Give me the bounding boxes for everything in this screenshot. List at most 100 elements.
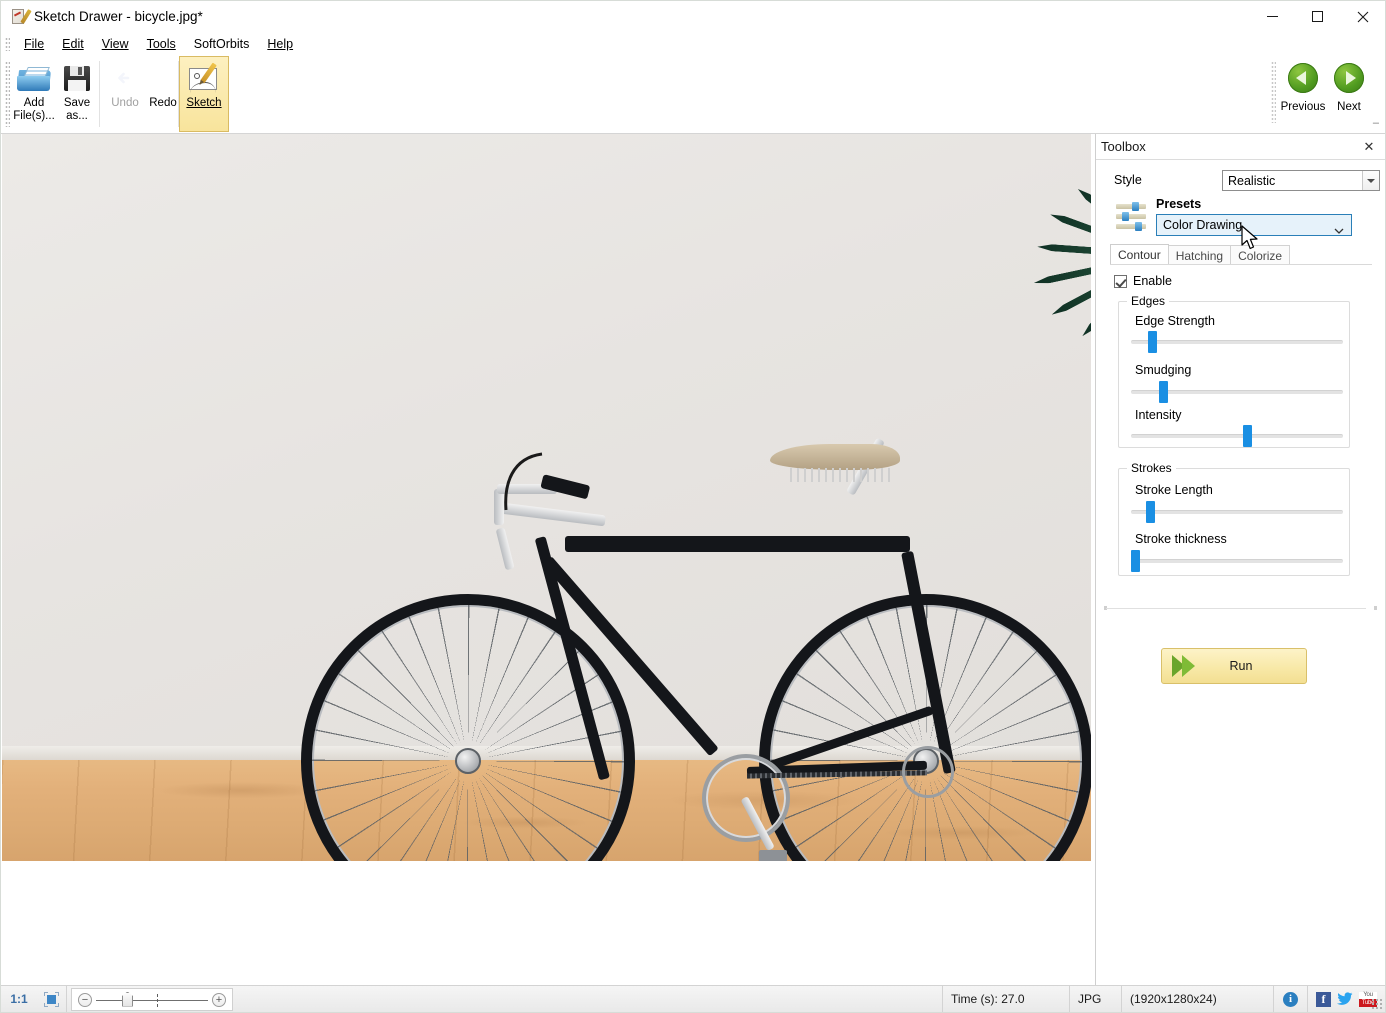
status-bar: 1:1 − + Time (s): 27.0 JPG (1920x1280x24… — [1, 985, 1385, 1012]
toolbox-divider — [1106, 608, 1366, 609]
zoom-in-button[interactable]: + — [212, 992, 226, 1007]
stroke-length-label: Stroke Length — [1135, 483, 1213, 497]
info-icon: i — [1283, 991, 1298, 1007]
menu-help[interactable]: Help — [258, 35, 302, 53]
stroke-length-slider[interactable] — [1131, 501, 1343, 523]
slider-thumb[interactable] — [1158, 381, 1168, 403]
zoom-out-button[interactable]: − — [78, 992, 92, 1007]
next-label: Next — [1337, 101, 1361, 113]
close-button[interactable] — [1340, 1, 1385, 32]
style-dropdown[interactable]: Realistic — [1222, 170, 1380, 191]
enable-label: Enable — [1133, 274, 1172, 288]
presets-label: Presets — [1156, 197, 1202, 211]
add-files-label-line1: Add — [23, 97, 45, 109]
smudging-slider[interactable] — [1131, 381, 1343, 403]
fit-to-window-icon — [44, 991, 59, 1007]
toolbox-header: Toolbox ✕ — [1096, 134, 1385, 160]
tab-hatching[interactable]: Hatching — [1167, 245, 1232, 265]
style-label: Style — [1114, 173, 1142, 187]
previous-button[interactable]: Previous — [1279, 63, 1327, 131]
menu-softorbits[interactable]: SoftOrbits — [185, 35, 259, 53]
intensity-label: Intensity — [1135, 408, 1182, 422]
resize-grip[interactable] — [1371, 998, 1383, 1010]
maximize-button[interactable] — [1295, 1, 1340, 32]
sliders-settings-icon — [1116, 202, 1146, 232]
edges-group-label: Edges — [1127, 294, 1170, 308]
menu-edit[interactable]: Edit — [53, 35, 93, 53]
sketch-icon — [187, 62, 221, 94]
saddle-springs — [790, 468, 895, 482]
menu-edit-label: Edit — [62, 36, 84, 51]
application-window: Sketch Drawer - bicycle.jpg* File Edit V… — [0, 0, 1386, 1013]
toolbox-panel: Toolbox ✕ Style Realistic Presets Color … — [1095, 134, 1385, 987]
smudging-label: Smudging — [1135, 363, 1192, 377]
enable-checkbox[interactable]: Enable — [1114, 274, 1172, 288]
save-as-button[interactable]: Save as... — [53, 57, 101, 131]
bicycle-icon — [2, 134, 1091, 861]
brake-cable — [504, 452, 543, 511]
facebook-icon[interactable]: f — [1316, 991, 1331, 1007]
menu-tools-label: Tools — [146, 36, 176, 51]
pedal — [759, 850, 787, 861]
slider-thumb[interactable] — [1145, 501, 1155, 523]
menu-view[interactable]: View — [93, 35, 138, 53]
window-title: Sketch Drawer - bicycle.jpg* — [34, 9, 203, 24]
rear-cog — [902, 746, 954, 798]
slider-thumb[interactable] — [1147, 331, 1157, 353]
stroke-thickness-label: Stroke thickness — [1135, 532, 1227, 546]
mouse-cursor — [1241, 225, 1261, 253]
menu-grip-handle[interactable] — [5, 36, 10, 51]
strokes-group: Strokes Stroke Length Stroke thickness — [1118, 461, 1350, 576]
next-arrow-icon — [1334, 63, 1364, 93]
minimize-button[interactable] — [1250, 1, 1295, 32]
tab-contour[interactable]: Contour — [1110, 244, 1169, 265]
run-arrow-icon — [1172, 655, 1198, 677]
edge-strength-slider[interactable] — [1131, 331, 1343, 353]
info-button[interactable]: i — [1274, 985, 1308, 1012]
intensity-slider[interactable] — [1131, 425, 1343, 447]
menu-help-label: Help — [267, 36, 294, 51]
run-button[interactable]: Run — [1161, 648, 1307, 684]
menu-file-label: File — [24, 36, 45, 51]
toolbox-tabs: Contour Hatching Colorize — [1110, 244, 1291, 265]
menu-view-label: View — [101, 36, 129, 51]
save-as-label-line1: Save — [63, 97, 91, 109]
sketch-label: Sketch — [186, 97, 222, 109]
stroke-thickness-slider[interactable] — [1131, 550, 1343, 572]
floppy-disk-icon — [60, 62, 94, 94]
redo-label: Redo — [149, 97, 177, 109]
chevron-down-icon[interactable] — [1362, 171, 1379, 190]
navigation-group: Previous Next – — [1271, 57, 1381, 131]
twitter-icon[interactable] — [1337, 992, 1353, 1006]
zoom-slider[interactable]: − + — [71, 987, 233, 1011]
add-files-button[interactable]: Add File(s)... — [10, 57, 58, 131]
photo-preview[interactable] — [2, 134, 1091, 861]
undo-label: Undo — [111, 97, 139, 109]
toolbox-close-icon[interactable]: ✕ — [1361, 139, 1377, 155]
navigation-grip-handle[interactable] — [1271, 61, 1276, 123]
app-icon — [11, 8, 32, 25]
slider-thumb[interactable] — [1131, 550, 1140, 572]
navigation-expand-handle[interactable]: – — [1373, 117, 1379, 129]
file-format-label: JPG — [1070, 985, 1122, 1012]
zoom-ratio-label[interactable]: 1:1 — [1, 986, 37, 1013]
slider-thumb[interactable] — [1243, 425, 1253, 447]
zoom-slider-thumb[interactable] — [122, 991, 133, 1007]
previous-arrow-icon — [1288, 63, 1318, 93]
toolbar-separator-1 — [99, 61, 100, 127]
menu-softorbits-label: SoftOrbits — [193, 36, 250, 51]
image-canvas-area[interactable] — [1, 134, 1093, 987]
run-label: Run — [1229, 659, 1253, 673]
toolbar: Add File(s)... Save as... Undo Redo Sket… — [1, 55, 1385, 185]
strokes-group-label: Strokes — [1127, 461, 1176, 475]
toolbar-separator-2 — [178, 61, 179, 127]
processing-time-label: Time (s): 27.0 — [943, 985, 1070, 1012]
next-button[interactable]: Next — [1325, 63, 1373, 131]
fit-to-window-button[interactable] — [37, 985, 67, 1012]
menu-tools[interactable]: Tools — [138, 35, 185, 53]
image-dimensions-label: (1920x1280x24) — [1122, 985, 1274, 1012]
edge-strength-label: Edge Strength — [1135, 314, 1215, 328]
menu-file[interactable]: File — [15, 35, 53, 53]
sketch-button[interactable]: Sketch — [179, 56, 229, 132]
zoom-track — [96, 999, 208, 1001]
